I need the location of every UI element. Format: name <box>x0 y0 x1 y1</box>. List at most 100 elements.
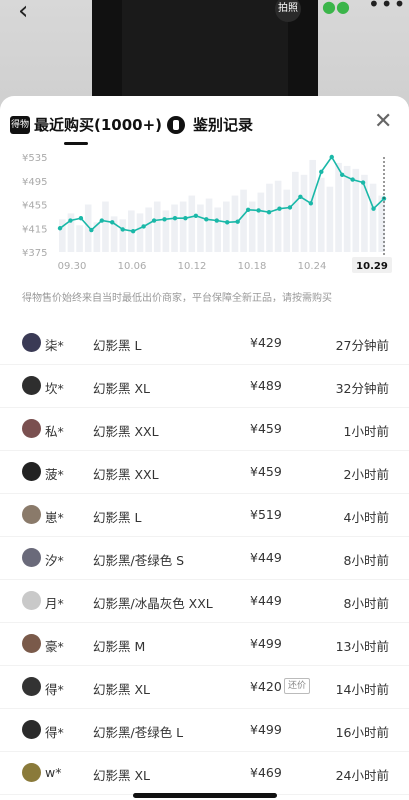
price-point <box>120 227 125 232</box>
tab-recent-purchases-label: 最近购买(1000+) <box>34 116 163 134</box>
buyer-name: 月* <box>45 596 64 611</box>
close-icon[interactable]: ✕ <box>374 111 392 133</box>
volume-bar <box>188 195 196 252</box>
more-icon[interactable]: ••• <box>368 0 406 16</box>
y-tick-label: ¥495 <box>22 177 47 188</box>
volume-bar <box>136 213 144 252</box>
x-tick-label: 10.29 <box>356 261 388 272</box>
price-point <box>360 180 366 185</box>
time-ago: 8小时前 <box>343 553 389 568</box>
x-tick-label: 10.24 <box>298 261 327 272</box>
price-label: ¥429 <box>250 335 282 350</box>
sku-label: 幻影黑 L <box>93 338 142 353</box>
purchase-row: 崽* 幻影黑 L ¥519 4小时前 <box>0 494 409 537</box>
time-ago: 13小时前 <box>335 639 389 654</box>
avatar[interactable] <box>22 333 41 352</box>
volume-bar <box>76 225 83 252</box>
avatar[interactable] <box>22 376 41 395</box>
product-image: ‹ 拍照 ●● ••• <box>0 0 409 110</box>
volume-bar <box>119 219 127 252</box>
time-ago: 14小时前 <box>335 682 389 697</box>
price-point <box>130 229 136 234</box>
purchase-row: 豪* 幻影黑 M ¥499 13小时前 <box>0 623 409 666</box>
tab-recent-purchases[interactable]: 得物 最近购买(1000+) <box>10 114 162 135</box>
purchase-row: 月* 幻影黑/冰晶灰色 XXL ¥449 8小时前 <box>0 580 409 623</box>
volume-bar <box>240 189 247 252</box>
price-label: ¥449 <box>250 593 282 608</box>
sku-label: 幻影黑 XXL <box>93 467 159 482</box>
volume-bar <box>300 174 308 252</box>
price-label: ¥499 <box>250 636 282 651</box>
price-label: ¥489 <box>250 378 282 393</box>
sku-label: 幻影黑/苍绿色 S <box>93 553 185 568</box>
purchase-list: 柒* 幻影黑 L ¥429 27分钟前 坎* 幻影黑 XL ¥489 32分钟前 私* 幻影黑 X… <box>0 322 409 800</box>
avatar[interactable] <box>22 720 41 739</box>
purchase-row: 柒* 幻影黑 L ¥429 27分钟前 <box>0 322 409 365</box>
sku-label: 幻影黑 XL <box>93 381 151 396</box>
price-point <box>110 220 115 225</box>
price-point <box>89 227 94 233</box>
y-tick-label: ¥375 <box>22 248 47 259</box>
price-label: ¥459 <box>250 421 282 436</box>
sku-label: 幻影黑 XXL <box>93 424 159 439</box>
purchase-row: 汐* 幻影黑/苍绿色 S ¥449 8小时前 <box>0 537 409 580</box>
avatar[interactable] <box>22 634 41 653</box>
time-ago: 2小时前 <box>343 467 389 482</box>
avatar[interactable] <box>22 548 41 567</box>
sku-label: 幻影黑 XL <box>93 682 151 697</box>
avatar[interactable] <box>22 419 41 438</box>
buyer-name: 菠* <box>45 467 64 482</box>
avatar[interactable] <box>22 462 41 481</box>
volume-bar <box>369 183 377 252</box>
price-point <box>204 217 209 222</box>
volume-bar <box>257 192 265 252</box>
avatar[interactable] <box>22 591 41 610</box>
time-ago: 32分钟前 <box>335 381 389 396</box>
y-tick-label: ¥535 <box>22 153 47 164</box>
price-point <box>245 207 251 213</box>
sku-label: 幻影黑/冰晶灰色 XXL <box>93 596 213 611</box>
volume-bar <box>153 201 161 252</box>
time-ago: 16小时前 <box>335 725 389 740</box>
brand-logo-icon: 得物 <box>10 115 30 134</box>
price-point <box>319 169 324 175</box>
volume-bar <box>266 183 273 252</box>
purchase-row: w* 幻影黑 XL ¥469 24小时前 <box>0 752 409 795</box>
price-point <box>339 172 345 178</box>
buyer-name: 柒* <box>45 338 64 353</box>
x-tick-label: 10.18 <box>238 261 267 272</box>
price-label: ¥420 <box>250 679 282 694</box>
price-chart-svg: ¥535 ¥495 ¥455 ¥415 ¥375 09.30 10.06 10.12 10.18… <box>22 153 392 273</box>
avatar[interactable] <box>22 677 41 696</box>
x-tick-label: 09.30 <box>58 261 87 272</box>
time-ago: 4小时前 <box>343 510 389 525</box>
time-ago: 24小时前 <box>335 768 389 783</box>
x-tick-label: 10.12 <box>178 261 207 272</box>
tab-auth-records[interactable]: 鉴别记录 <box>167 114 253 135</box>
volume-bar <box>162 210 170 252</box>
y-tick-label: ¥455 <box>22 201 47 212</box>
volume-bar <box>292 171 299 252</box>
buyer-name: 得* <box>45 725 64 740</box>
sku-label: 幻影黑 M <box>93 639 146 654</box>
time-ago: 1小时前 <box>343 424 389 439</box>
buyer-name: 汐* <box>45 553 64 568</box>
auth-shield-icon <box>167 115 185 134</box>
purchase-row: 得* 幻影黑/苍绿色 L ¥499 16小时前 <box>0 709 409 752</box>
volume-bar <box>205 198 213 252</box>
volume-bar <box>326 186 334 252</box>
wechat-icon[interactable]: ●● <box>322 0 350 16</box>
bargain-tag: 还价 <box>284 678 311 694</box>
price-chart[interactable]: ¥535 ¥495 ¥455 ¥415 ¥375 09.30 10.06 10.12 10.18… <box>0 152 409 282</box>
back-button[interactable]: ‹ <box>18 0 28 26</box>
price-point <box>141 224 146 229</box>
purchase-row: 得* 幻影黑 XL ¥420 还价 14小时前 <box>0 666 409 709</box>
buyer-name: 得* <box>45 682 64 697</box>
price-point <box>99 218 105 223</box>
volume-bar <box>274 180 282 252</box>
avatar[interactable] <box>22 505 41 524</box>
avatar[interactable] <box>22 763 41 782</box>
purchase-row: 坎* 幻影黑 XL ¥489 32分钟前 <box>0 365 409 408</box>
price-label: ¥459 <box>250 464 282 479</box>
volume-bar <box>102 201 109 252</box>
